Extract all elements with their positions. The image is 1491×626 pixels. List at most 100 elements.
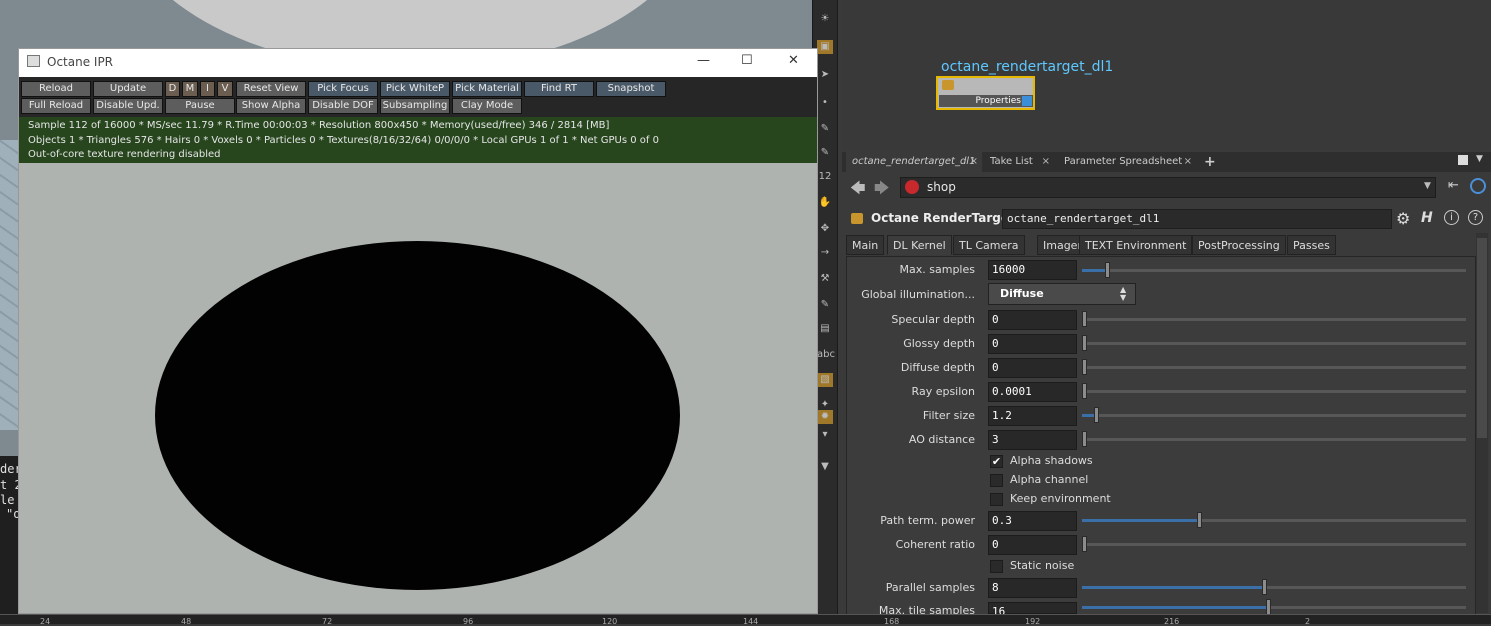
reset-view-button[interactable]: Reset View (236, 81, 306, 97)
path-field[interactable]: shop (900, 177, 1436, 198)
specular-depth-slider[interactable] (1082, 311, 1466, 327)
glossy-depth-field[interactable]: 0 (988, 334, 1077, 354)
light-icon[interactable]: ☀ (817, 12, 833, 26)
add-tab-button[interactable]: + (1198, 152, 1216, 172)
slider-knob[interactable] (1082, 383, 1087, 399)
tab-parameter-spreadsheet[interactable]: Parameter Spreadsheet × (1058, 152, 1196, 172)
slider-knob[interactable] (1262, 579, 1267, 595)
tab-tl-camera[interactable]: TL Camera (953, 235, 1025, 255)
coherent-ratio-slider[interactable] (1082, 536, 1466, 552)
arrow-icon[interactable]: ➤ (817, 68, 833, 82)
d-button[interactable]: D (165, 81, 180, 97)
gear-icon[interactable]: ⚙ (1396, 209, 1410, 228)
dot-icon[interactable]: • (817, 96, 833, 110)
pick-material-button[interactable]: Pick Material (452, 81, 522, 97)
tab-passes[interactable]: Passes (1287, 235, 1336, 255)
node-flag-icon[interactable] (1022, 96, 1032, 106)
tab-text-environment[interactable]: TEXT Environment (1079, 235, 1193, 255)
ray-epsilon-field[interactable]: 0.0001 (988, 382, 1077, 402)
find-rt-button[interactable]: Find RT (524, 81, 594, 97)
edit-icon[interactable]: ✎ (817, 298, 833, 312)
back-icon[interactable]: 🡄 (850, 178, 866, 203)
dropdown-icon[interactable]: ▼ (817, 460, 833, 474)
close-icon[interactable]: × (1184, 152, 1192, 172)
h-icon[interactable]: H (1421, 210, 1433, 226)
maximize-button[interactable]: ☐ (741, 53, 753, 68)
tab-rendertarget[interactable]: octane_rendertarget_dl1 × (846, 152, 982, 172)
tab-dl-kernel[interactable]: DL Kernel (887, 235, 952, 255)
v-button[interactable]: V (217, 81, 233, 97)
close-button[interactable]: ✕ (788, 53, 799, 68)
minimize-button[interactable]: — (697, 53, 710, 68)
show-alpha-button[interactable]: Show Alpha (236, 98, 306, 114)
diffuse-depth-slider[interactable] (1082, 359, 1466, 375)
node-title[interactable]: octane_rendertarget_dl1 (941, 59, 1113, 75)
filter-size-slider[interactable] (1082, 407, 1466, 423)
snapshot-button[interactable]: Snapshot (596, 81, 666, 97)
updown-icon[interactable]: ▲ ▼ (1120, 286, 1126, 302)
subsampling-button[interactable]: Subsampling (380, 98, 450, 114)
disable-dof-button[interactable]: Disable DOF (308, 98, 378, 114)
tab-postprocessing[interactable]: PostProcessing (1192, 235, 1286, 255)
ao-distance-field[interactable]: 3 (988, 430, 1077, 450)
alpha-shadows-checkbox[interactable]: ✔ (990, 455, 1003, 468)
pen2-icon[interactable]: ✎ (817, 146, 833, 160)
full-reload-button[interactable]: Full Reload (21, 98, 91, 114)
arrow-right-icon[interactable]: → (817, 246, 833, 260)
filter-size-field[interactable]: 1.2 (988, 406, 1077, 426)
i-button[interactable]: I (200, 81, 215, 97)
m-button[interactable]: M (182, 81, 198, 97)
diffuse-depth-field[interactable]: 0 (988, 358, 1077, 378)
move-icon[interactable]: ✥ (817, 222, 833, 236)
ao-distance-slider[interactable] (1082, 431, 1466, 447)
number-icon[interactable]: 12 (817, 170, 833, 184)
path-dropdown-icon[interactable]: ▼ (1424, 181, 1431, 191)
specular-depth-field[interactable]: 0 (988, 310, 1077, 330)
max-samples-slider[interactable] (1082, 262, 1466, 278)
pause-button[interactable]: Pause (165, 98, 235, 114)
global-illumination-select[interactable]: Diffuse (988, 283, 1136, 305)
max-samples-field[interactable]: 16000 (988, 260, 1077, 280)
coherent-ratio-field[interactable]: 0 (988, 535, 1077, 555)
close-icon[interactable]: × (1042, 152, 1050, 172)
image-icon[interactable]: ▧ (817, 373, 833, 387)
slider-knob[interactable] (1266, 599, 1271, 615)
pen-icon[interactable]: ✎ (817, 122, 833, 136)
box-icon[interactable]: ▤ (817, 322, 833, 336)
slider-knob[interactable] (1082, 311, 1087, 327)
parallel-samples-slider[interactable] (1082, 579, 1466, 595)
tab-take-list[interactable]: Take List × (984, 152, 1054, 172)
pane-menu-icon[interactable] (1458, 155, 1468, 165)
pin-icon[interactable]: ⇤ (1448, 178, 1459, 193)
text-icon[interactable]: abc (817, 348, 835, 362)
disable-updates-button[interactable]: Disable Upd. (93, 98, 163, 114)
update-button[interactable]: Update (93, 81, 163, 97)
slider-knob[interactable] (1197, 512, 1202, 528)
slider-knob[interactable] (1082, 431, 1087, 447)
help-icon[interactable]: ? (1468, 210, 1483, 225)
slider-knob[interactable] (1082, 359, 1087, 375)
ray-epsilon-slider[interactable] (1082, 383, 1466, 399)
slider-knob[interactable] (1082, 335, 1087, 351)
link-icon[interactable] (1470, 178, 1486, 194)
bulb-icon[interactable]: ✹ (817, 410, 833, 424)
down-icon[interactable]: ▾ (817, 428, 833, 442)
forward-icon[interactable]: 🡆 (874, 178, 890, 203)
node-properties-label[interactable]: Properties (939, 95, 1033, 107)
static-noise-checkbox[interactable] (990, 560, 1003, 573)
parallel-samples-field[interactable]: 8 (988, 578, 1077, 598)
info-icon[interactable]: i (1444, 210, 1459, 225)
slider-knob[interactable] (1105, 262, 1110, 278)
slider-knob[interactable] (1082, 536, 1087, 552)
reload-button[interactable]: Reload (21, 81, 91, 97)
clay-mode-button[interactable]: Clay Mode (452, 98, 522, 114)
tab-main[interactable]: Main (846, 235, 885, 255)
tool-icon[interactable]: ⚒ (817, 272, 833, 286)
pick-focus-button[interactable]: Pick Focus (308, 81, 378, 97)
chevron-down-icon[interactable]: ▼ (1476, 154, 1483, 164)
keep-environment-checkbox[interactable] (990, 493, 1003, 506)
max-tile-samples-slider[interactable] (1082, 599, 1466, 615)
pick-whitep-button[interactable]: Pick WhiteP (380, 81, 450, 97)
alpha-channel-checkbox[interactable] (990, 474, 1003, 487)
glossy-depth-slider[interactable] (1082, 335, 1466, 351)
